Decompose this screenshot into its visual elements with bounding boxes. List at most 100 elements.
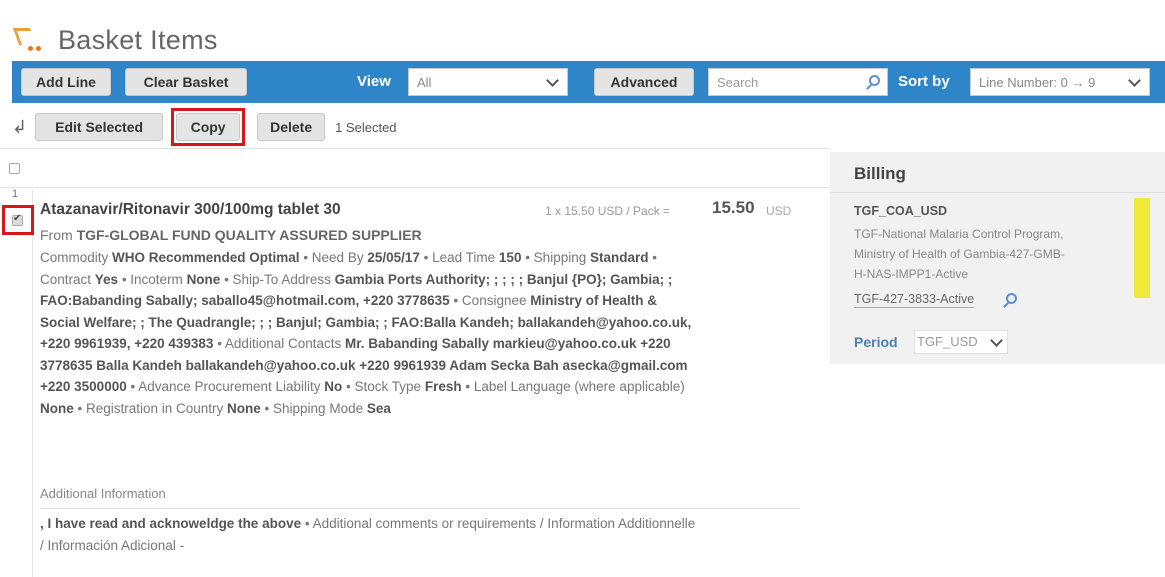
detail-value: Sea [366,400,391,416]
detail-line: Contract Yes • Incoterm None • Ship-To A… [40,269,800,291]
detail-value: Mr. Babanding Sabally markieu@yahoo.co.u… [345,336,671,351]
detail-value: Fresh [424,379,462,394]
detail-value: Ministry of Health & [530,293,657,308]
view-select-value: All [417,74,432,90]
line-divider [32,190,33,577]
selected-count: 1 Selected [335,119,397,135]
search-icon[interactable] [869,75,880,86]
period-label: Period [854,334,898,350]
detail-text: • Consignee [449,293,531,308]
supplier-line: From TGF-GLOBAL FUND QUALITY ASSURED SUP… [40,225,800,247]
detail-value: Standard [589,250,649,265]
detail-text: • Advance Procurement Liability [126,379,325,394]
detail-line: +220 9961939, +220 439383 • Additional C… [40,333,800,355]
detail-text: • Ship-To Address [220,271,335,287]
additional-info-label: Additional Information [40,486,166,501]
detail-text: Commodity [40,250,109,265]
select-all-checkbox[interactable] [9,163,20,174]
detail-value: None [227,400,261,416]
detail-text: • Need By [299,250,368,265]
item-currency: USD [766,204,792,218]
detail-value: FAO:Babanding Sabally; saballo45@hotmail… [40,293,450,308]
line-number: 1 [12,188,19,200]
line-item-checkbox[interactable] [12,213,23,226]
search-placeholder: Search [717,74,759,90]
account-search-icon[interactable] [1006,293,1017,304]
detail-text: • Additional Contacts [213,336,345,351]
list-header [0,148,830,188]
supplier-name: TGF-GLOBAL FUND QUALITY ASSURED SUPPLIER [76,227,422,243]
detail-text: • Label Language (where applicable) [461,379,685,394]
item-total: 15.50 [712,198,755,217]
detail-line: 3778635 Balla Kandeh ballakandeh@yahoo.c… [40,355,800,377]
chevron-down-icon [990,334,1003,347]
detail-value: Yes [94,271,119,287]
detail-value: +220 3500000 [40,379,127,394]
view-label: View [357,73,391,90]
detail-value: WHO Recommended Optimal [112,250,300,265]
detail-value: 3778635 Balla Kandeh ballakandeh@yahoo.c… [40,357,688,373]
billing-desc-line: H-NAS-IMPP1-Active [854,267,969,281]
detail-text: • Shipping [521,250,590,265]
chevron-down-icon [546,74,559,87]
detail-value: No [324,379,343,394]
chevron-down-icon [1128,74,1141,87]
additional-info-text: , I have read and acknoweldge the above … [40,513,800,556]
detail-value: None [40,400,74,416]
detail-line: Social Welfare; ; The Quadrangle; ; ; Ba… [40,312,800,334]
billing-account[interactable]: TGF-427-3833-Active [854,292,975,308]
detail-value: Gambia Ports Authority; ; ; ; ; Banjul {… [334,271,673,287]
billing-header: Billing [830,152,1165,193]
selection-actions: ↲ Edit Selected Copy Delete 1 Selected [12,108,397,146]
copy-button[interactable]: Copy [176,113,241,141]
billing-title: Billing [854,164,906,183]
page-header: Basket Items [12,20,218,60]
detail-text: • Incoterm [118,271,187,287]
checkbox-highlight [2,205,34,235]
billing-desc-line: Ministry of Health of Gambia-427-GMB- [854,247,1065,261]
detail-line: Commodity WHO Recommended Optimal • Need… [40,247,800,269]
item-details: Commodity WHO Recommended Optimal • Need… [40,247,800,419]
detail-value: +220 9961939, +220 439383 [40,336,214,351]
page-title: Basket Items [58,24,218,55]
ack-line: , I have read and acknoweldge the above … [40,513,800,535]
view-select[interactable]: All [408,68,568,96]
billing-description: TGF-National Malaria Control Program, Mi… [854,224,1134,284]
add-line-button[interactable]: Add Line [21,68,111,96]
detail-value: None [186,271,221,287]
detail-line: +220 3500000 • Advance Procurement Liabi… [40,376,800,398]
back-arrow-icon[interactable]: ↲ [12,117,27,138]
yellow-marker [1134,198,1150,298]
detail-text: • Registration in Country [73,400,228,416]
item-qty-price: 1 x 15.50 USD / Pack = [545,204,671,218]
search-input[interactable]: Search [708,68,888,96]
ack-bold: , I have read and acknoweldge the above [40,516,302,531]
sort-select[interactable]: Line Number: 0 → 9 [970,68,1150,96]
advanced-button[interactable]: Advanced [594,68,694,96]
item-name[interactable]: Atazanavir/Ritonavir 300/100mg tablet 30 [40,201,341,219]
sort-select-value: Line Number: 0 → 9 [979,74,1096,90]
detail-text: Contract [40,271,95,287]
basket-icon [12,26,44,54]
detail-line: None • Registration in Country None • Sh… [40,398,800,420]
detail-value: 150 [498,250,522,265]
detail-value: Social Welfare; ; The Quadrangle; ; ; Ba… [40,314,692,330]
billing-coa: TGF_COA_USD [854,204,948,218]
detail-text: • Stock Type [342,379,425,394]
detail-line: FAO:Babanding Sabally; saballo45@hotmail… [40,290,800,312]
period-select-value: TGF_USD [917,334,978,349]
edit-selected-button[interactable]: Edit Selected [35,113,164,141]
ack-rest: • Additional comments or requirements / … [301,516,696,531]
from-label: From [40,227,73,243]
sort-by-label: Sort by [898,73,950,90]
clear-basket-button[interactable]: Clear Basket [125,68,247,96]
delete-button[interactable]: Delete [257,113,326,141]
detail-value: 25/05/17 [367,250,420,265]
copy-highlight: Copy [171,108,246,146]
ack-line-2: / Información Adicional - [40,537,185,553]
additional-info-divider [40,508,800,509]
period-select[interactable]: TGF_USD [914,330,1008,354]
basket-toolbar: Add Line Clear Basket View All Advanced … [12,61,1165,103]
detail-text: • Lead Time [419,250,499,265]
detail-text: • Shipping Mode [260,400,367,416]
